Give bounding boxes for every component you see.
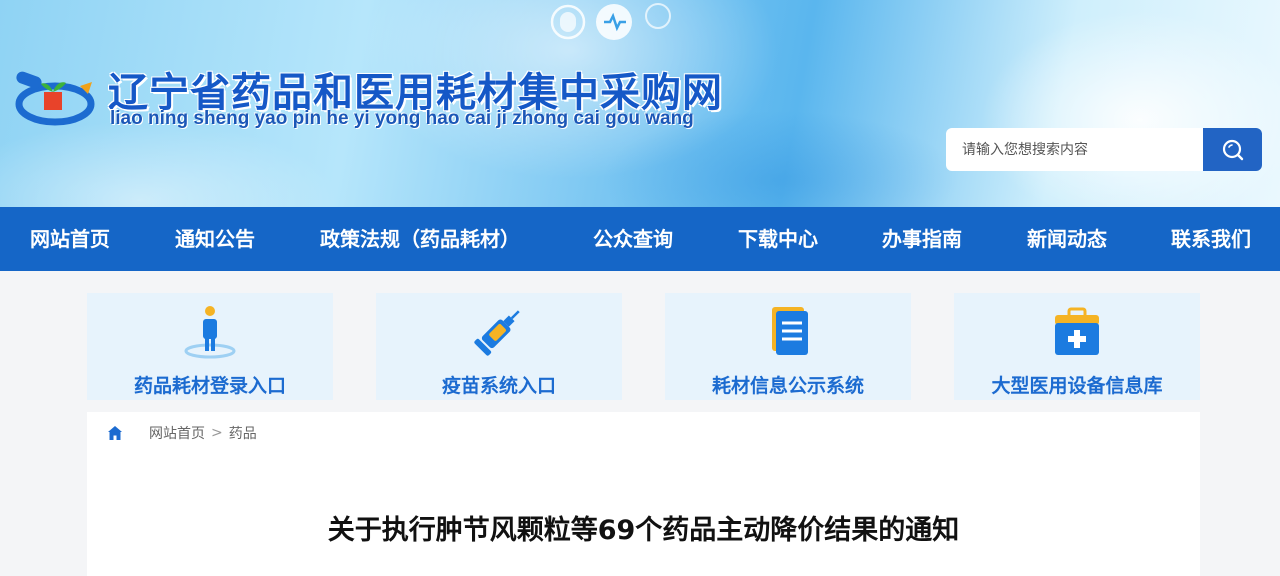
document-icon — [772, 307, 808, 355]
breadcrumb: 网站首页 > 药品 — [107, 422, 257, 444]
site-pinyin-subtitle: liao ning sheng yao pin he yi yong hao c… — [110, 108, 694, 129]
header-banner: 辽宁省药品和医用耗材集中采购网 liao ning sheng yao pin … — [0, 0, 1280, 207]
medical-kit-icon — [1055, 307, 1099, 355]
search-box — [946, 128, 1262, 171]
quick-entry-label: 疫苗系统入口 — [441, 375, 556, 397]
breadcrumb-home-link[interactable]: 网站首页 — [149, 423, 205, 443]
person-icon — [184, 306, 236, 359]
nav-item-news[interactable]: 新闻动态 — [1027, 207, 1107, 271]
nav-item-home[interactable]: 网站首页 — [30, 207, 110, 271]
quick-entry-label: 大型医用设备信息库 — [991, 375, 1163, 397]
nav-item-query[interactable]: 公众查询 — [593, 207, 673, 271]
search-input[interactable] — [946, 128, 1203, 171]
article-title: 关于执行肿节风颗粒等69个药品主动降价结果的通知 — [327, 515, 960, 546]
nav-item-downloads[interactable]: 下载中心 — [738, 207, 818, 271]
main-nav: 网站首页 通知公告 政策法规（药品耗材） 公众查询 下载中心 办事指南 新闻动态… — [0, 207, 1280, 271]
article-panel: 网站首页 > 药品 关于执行肿节风颗粒等69个药品主动降价结果的通知 — [87, 412, 1200, 576]
syringe-icon — [474, 310, 520, 356]
quick-entry-consumables[interactable]: 耗材信息公示系统 — [665, 293, 911, 400]
banner-glow — [0, 120, 340, 207]
medical-decoration-icons — [550, 3, 671, 40]
nav-item-policies[interactable]: 政策法规（药品耗材） — [320, 207, 520, 271]
quick-entry-login[interactable]: 药品耗材登录入口 — [87, 293, 333, 400]
search-button[interactable] — [1203, 128, 1262, 171]
quick-entry-label: 耗材信息公示系统 — [711, 375, 864, 397]
home-icon[interactable] — [107, 425, 123, 441]
breadcrumb-separator: > — [211, 425, 223, 441]
quick-entry-label: 药品耗材登录入口 — [133, 375, 286, 397]
nav-item-notices[interactable]: 通知公告 — [175, 207, 255, 271]
nav-item-contact[interactable]: 联系我们 — [1171, 207, 1251, 271]
search-icon — [1222, 139, 1243, 160]
quick-entry-equipment[interactable]: 大型医用设备信息库 — [954, 293, 1200, 400]
banner-glow — [980, 10, 1280, 207]
quick-entry-vaccine[interactable]: 疫苗系统入口 — [376, 293, 622, 400]
breadcrumb-current: 药品 — [228, 426, 257, 442]
nav-item-guide[interactable]: 办事指南 — [882, 207, 962, 271]
site-logo — [15, 71, 95, 126]
